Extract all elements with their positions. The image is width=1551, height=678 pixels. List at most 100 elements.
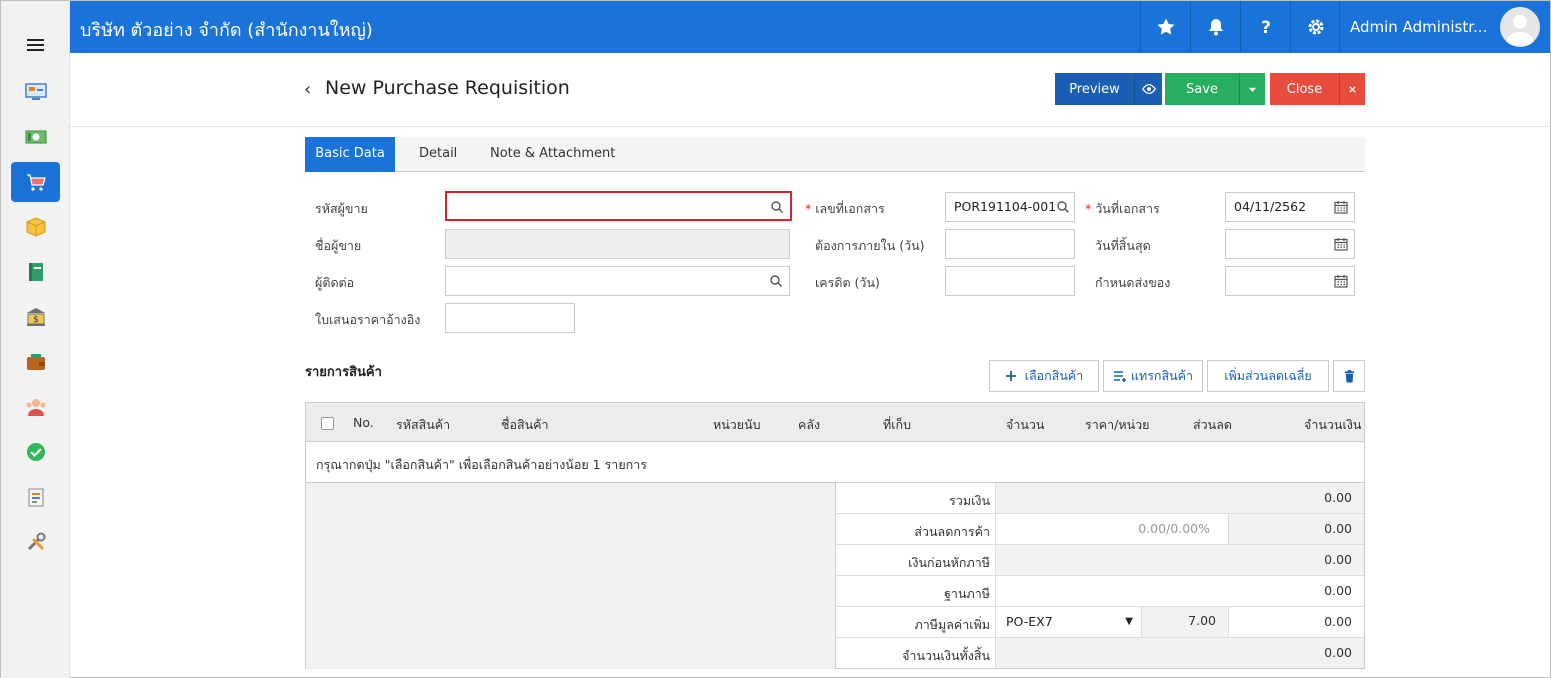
- calendar-icon[interactable]: [1334, 237, 1348, 251]
- vendor-name-label: ชื่อผู้ขาย: [315, 238, 362, 253]
- empty-items-message: กรุณากดปุ่ม "เลือกสินค้า" เพื่อเลือกสินค…: [316, 457, 647, 472]
- tax-base-label: ฐานภาษี: [944, 586, 990, 601]
- delivery-label: กำหนดส่งของ: [1095, 275, 1171, 290]
- dropdown-arrow-icon: ▼: [1125, 616, 1133, 627]
- vat-code-value: PO-EX7: [1006, 614, 1053, 629]
- summary-vat-row: ภาษีมูลค่าเพิ่ม PO-EX7 ▼ 7.00 0.00: [836, 607, 1364, 638]
- quote-ref-label: ใบเสนอราคาอ้างอิง: [315, 312, 421, 327]
- tab-note-attachment[interactable]: Note & Attachment: [476, 137, 629, 172]
- delete-trash-icon[interactable]: [1333, 360, 1365, 392]
- doc-date-value: 04/11/2562: [1234, 199, 1307, 214]
- vendor-code-input[interactable]: [445, 191, 792, 221]
- summary-tax-base-row: ฐานภาษี 0.00: [836, 576, 1364, 607]
- settings-gear-icon[interactable]: [1290, 1, 1340, 53]
- summary-grand-total-row: จำนวนเงินทั้งสิ้น 0.00: [836, 638, 1364, 669]
- discount-input[interactable]: 0.00/0.00%: [995, 514, 1228, 544]
- doc-no-label: * เลขที่เอกสาร: [805, 201, 885, 216]
- box-icon[interactable]: [11, 207, 60, 247]
- grand-total-label: จำนวนเงินทั้งสิ้น: [902, 648, 990, 663]
- vat-label: ภาษีมูลค่าเพิ่ม: [914, 617, 990, 632]
- needed-within-label: ต้องการภายใน (วัน): [815, 238, 925, 253]
- doc-date-input[interactable]: 04/11/2562: [1225, 192, 1355, 222]
- notification-bell-icon[interactable]: [1190, 1, 1240, 53]
- vendor-name-field: [445, 229, 790, 259]
- quote-ref-input[interactable]: [445, 303, 575, 333]
- before-tax-value: 0.00: [995, 545, 1364, 575]
- favorite-star-icon[interactable]: [1140, 1, 1190, 53]
- bank-icon[interactable]: $: [11, 297, 60, 337]
- add-average-discount-button[interactable]: เพิ่มส่วนลดเฉลี่ย: [1207, 360, 1329, 392]
- insert-list-icon: [1113, 371, 1126, 382]
- preview-eye-icon[interactable]: [1134, 73, 1162, 105]
- top-bar: บริษัท ตัวอย่าง จำกัด (สำนักงานใหญ่) ? A…: [70, 1, 1550, 53]
- user-menu[interactable]: Admin Administr...: [1339, 1, 1551, 53]
- col-unit: หน่วยนับ: [713, 417, 761, 432]
- items-section-title: รายการสินค้า: [305, 365, 382, 380]
- tab-detail[interactable]: Detail: [405, 137, 471, 172]
- book-icon[interactable]: [11, 252, 60, 292]
- doc-no-value: POR191104-001: [954, 199, 1057, 214]
- help-icon[interactable]: ?: [1240, 1, 1290, 53]
- vat-code-select[interactable]: PO-EX7 ▼: [995, 607, 1141, 637]
- col-discount: ส่วนลด: [1193, 417, 1232, 432]
- contact-label: ผู้ติดต่อ: [315, 275, 355, 290]
- tools-icon[interactable]: [11, 522, 60, 562]
- total-value: 0.00: [995, 483, 1364, 513]
- doc-no-search-icon[interactable]: [1056, 200, 1070, 214]
- vendor-search-icon[interactable]: [770, 200, 784, 214]
- summary-before-tax-row: เงินก่อนหักภาษี 0.00: [836, 545, 1364, 576]
- svg-text:?: ?: [1261, 18, 1271, 37]
- page-header: ‹ New Purchase Requisition Preview Save …: [70, 53, 1550, 127]
- user-name: Admin Administr...: [1350, 18, 1488, 36]
- col-location: ที่เก็บ: [883, 417, 912, 432]
- col-warehouse: คลัง: [798, 417, 821, 432]
- contact-search-icon[interactable]: [769, 274, 783, 288]
- svg-text:$: $: [33, 315, 39, 325]
- insert-product-button[interactable]: แทรกสินค้า: [1103, 360, 1203, 392]
- doc-date-label: * วันที่เอกสาร: [1085, 201, 1160, 216]
- menu-toggle-icon[interactable]: [27, 39, 44, 51]
- select-product-button[interactable]: เลือกสินค้า: [989, 360, 1099, 392]
- wallet-icon[interactable]: [11, 342, 60, 382]
- dashboard-icon[interactable]: [11, 71, 60, 111]
- vat-value: 0.00: [1228, 607, 1364, 637]
- delivery-date-input[interactable]: [1225, 266, 1355, 296]
- save-button[interactable]: Save: [1165, 73, 1239, 105]
- vendor-code-label: รหัสผู้ขาย: [315, 201, 368, 216]
- vat-rate: 7.00: [1141, 607, 1228, 637]
- tax-base-value[interactable]: 0.00: [995, 576, 1364, 606]
- needed-within-input[interactable]: [945, 229, 1075, 259]
- before-tax-label: เงินก่อนหักภาษี: [908, 555, 990, 570]
- summary-blank-panel: [306, 483, 836, 669]
- discount-label: ส่วนลดการค้า: [914, 524, 990, 539]
- back-chevron-icon[interactable]: ‹: [304, 79, 311, 100]
- summary-area: รวมเงิน 0.00 ส่วนลดการค้า 0.00/0.00% 0.0…: [306, 482, 1364, 669]
- page-title: New Purchase Requisition: [325, 77, 570, 99]
- doc-no-input[interactable]: POR191104-001: [945, 192, 1075, 222]
- shopping-cart-icon[interactable]: [11, 162, 60, 202]
- credit-input[interactable]: [945, 266, 1075, 296]
- col-no: No.: [353, 415, 374, 430]
- users-icon[interactable]: [11, 387, 60, 427]
- col-product-name: ชื่อสินค้า: [501, 417, 549, 432]
- avatar[interactable]: [1500, 7, 1540, 47]
- close-x-icon[interactable]: [1339, 73, 1365, 105]
- end-date-input[interactable]: [1225, 229, 1355, 259]
- save-dropdown-chevron-icon[interactable]: [1239, 73, 1265, 105]
- calendar-icon[interactable]: [1334, 274, 1348, 288]
- plus-icon: [1005, 371, 1016, 381]
- tab-bar: Basic Data Detail Note & Attachment: [305, 137, 1365, 172]
- contact-input[interactable]: [445, 266, 790, 296]
- company-name: บริษัท ตัวอย่าง จำกัด (สำนักงานใหญ่): [80, 20, 373, 41]
- calendar-icon[interactable]: [1334, 200, 1348, 214]
- report-icon[interactable]: [11, 477, 60, 517]
- approve-check-icon[interactable]: [11, 432, 60, 472]
- tab-basic-data[interactable]: Basic Data: [305, 137, 395, 172]
- money-icon[interactable]: [11, 117, 60, 157]
- preview-button[interactable]: Preview: [1055, 73, 1134, 105]
- select-all-checkbox[interactable]: [321, 417, 334, 430]
- total-label: รวมเงิน: [949, 493, 990, 508]
- sidebar: $: [1, 1, 70, 678]
- col-unit-price: ราคา/หน่วย: [1085, 417, 1150, 432]
- close-button[interactable]: Close: [1270, 73, 1339, 105]
